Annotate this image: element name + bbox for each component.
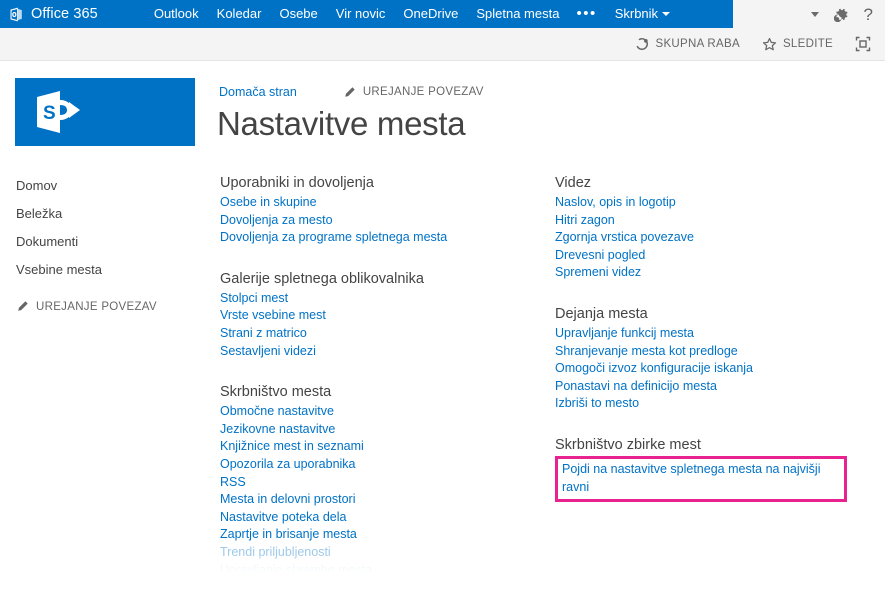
share-icon <box>636 38 649 50</box>
settings-group-heading: Uporabniki in dovoljenja <box>220 175 374 191</box>
settings-link-trendi-priljubljenosti[interactable]: Trendi priljubljenosti <box>220 544 560 562</box>
settings-link-osebe-in-skupine[interactable]: Osebe in skupine <box>220 194 560 212</box>
settings-link-drevesni-pogled[interactable]: Drevesni pogled <box>555 247 875 265</box>
page-body: S Domov Beležka Dokumenti Vsebine mesta … <box>0 61 885 580</box>
settings-link-shranjevanje-mesta-kot-predloge[interactable]: Shranjevanje mesta kot predloge <box>555 343 875 361</box>
sharepoint-logo-icon: S <box>37 91 80 133</box>
settings-link-sestavljeni-videzi[interactable]: Sestavljeni videzi <box>220 343 560 361</box>
suite-bar: Office 365 Outlook Koledar Osebe Vir nov… <box>0 0 733 34</box>
sidebar-item-belezka[interactable]: Beležka <box>0 200 203 228</box>
settings-group-galerije-spletnega-oblikovalnika: Galerije spletnega oblikovalnika Stolpci … <box>220 269 560 360</box>
content-edit-links-button[interactable]: UREJANJE POVEZAV <box>343 86 484 99</box>
chevron-down-icon <box>810 11 819 17</box>
settings-link-jezikovne-nastavitve[interactable]: Jezikovne nastavitve <box>220 421 560 439</box>
sidebar-edit-links-label: UREJANJE POVEZAV <box>36 300 157 313</box>
follow-button-label: SLEDITE <box>782 38 833 50</box>
sidebar-nav: Domov Beležka Dokumenti Vsebine mesta UR… <box>0 172 203 319</box>
office365-brand[interactable]: Office 365 <box>0 0 98 28</box>
settings-link-ponastavi-na-definicijo-mesta[interactable]: Ponastavi na definicijo mesta <box>555 378 875 396</box>
breadcrumb: Domača stran UREJANJE POVEZAV <box>219 85 484 99</box>
suite-nav-item-onedrive[interactable]: OneDrive <box>394 0 467 28</box>
settings-link-opozorila-za-uporabnika[interactable]: Opozorila za uporabnika <box>220 456 560 474</box>
settings-group-skrbnistvo-zbirke-mest: Skrbništvo zbirke mest Pojdi na nastavitv… <box>555 435 875 503</box>
settings-link-pojdi-na-nastavitve-spletnega-mesta-na-najvisji-ravni[interactable]: Pojdi na nastavitve spletnega mesta na n… <box>562 461 840 496</box>
settings-group-heading: Videz <box>555 175 592 191</box>
settings-link-dovoljenja-za-mesto[interactable]: Dovoljenja za mesto <box>220 212 560 230</box>
settings-link-spremeni-videz[interactable]: Spremeni videz <box>555 264 875 282</box>
pencil-icon <box>345 86 355 97</box>
office-tile-icon <box>9 7 24 22</box>
suite-overflow-chevron-button[interactable] <box>810 11 819 17</box>
settings-link-rss[interactable]: RSS <box>220 474 560 492</box>
chevron-down-icon <box>662 12 671 16</box>
settings-group-uporabniki-in-dovoljenja: Uporabniki in dovoljenja Osebe in skupine… <box>220 173 560 247</box>
office365-brand-label: Office 365 <box>31 6 98 22</box>
settings-link-mesta-in-delovni-prostori[interactable]: Mesta in delovni prostori <box>220 491 560 509</box>
settings-link-naslov-opis-in-logotip[interactable]: Naslov, opis in logotip <box>555 194 875 212</box>
settings-link-omogoci-izvoz-konfiguracije-iskanja[interactable]: Omogoči izvoz konfiguracije iskanja <box>555 360 875 378</box>
content-edit-links-label: UREJANJE POVEZAV <box>362 86 484 98</box>
svg-text:S: S <box>43 103 56 124</box>
left-sidebar: S Domov Beležka Dokumenti Vsebine mesta … <box>0 61 203 580</box>
settings-column-right: Videz Naslov, opis in logotip Hitri zagon Z… <box>555 173 875 524</box>
settings-column-left: Uporabniki in dovoljenja Osebe in skupine… <box>220 173 560 601</box>
pencil-icon <box>18 301 28 311</box>
sharepoint-logo[interactable]: S <box>15 78 195 146</box>
settings-link-obmocne-nastavitve[interactable]: Območne nastavitve <box>220 403 560 421</box>
help-button[interactable]: ? <box>864 6 873 23</box>
suite-bar-right-actions: ? <box>733 0 885 28</box>
settings-group-links: Upravljanje funkcij mesta Shranjevanje me… <box>555 325 875 413</box>
settings-group-links: Naslov, opis in logotip Hitri zagon Zgornj… <box>555 194 875 282</box>
highlight-callout-box: Pojdi na nastavitve spletnega mesta na n… <box>555 455 847 503</box>
settings-link-hitri-zagon[interactable]: Hitri zagon <box>555 212 875 230</box>
breadcrumb-item-home[interactable]: Domača stran <box>219 85 297 99</box>
settings-link-dovoljenja-za-programe-spletnega-mesta[interactable]: Dovoljenja za programe spletnega mesta <box>220 229 560 247</box>
suite-user-menu[interactable]: Skrbnik <box>605 0 674 28</box>
sidebar-item-domov[interactable]: Domov <box>0 172 203 200</box>
sidebar-item-vsebine-mesta[interactable]: Vsebine mesta <box>0 256 203 284</box>
settings-group-links: Osebe in skupine Dovoljenja za mesto Dovol… <box>220 194 560 247</box>
suite-nav-item-koledar[interactable]: Koledar <box>208 0 271 28</box>
settings-group-heading: Dejanja mesta <box>555 305 648 322</box>
page-title: Nastavitve mesta <box>217 105 466 142</box>
gear-icon <box>833 8 848 22</box>
focus-on-content-icon <box>855 36 871 52</box>
suite-nav-item-osebe[interactable]: Osebe <box>270 0 326 28</box>
sidebar-item-dokumenti[interactable]: Dokumenti <box>0 228 203 256</box>
settings-link-knjiznice-mest-in-seznami[interactable]: Knjižnice mest in seznami <box>220 438 560 456</box>
settings-group-videz: Videz Naslov, opis in logotip Hitri zagon Z… <box>555 173 875 282</box>
settings-group-heading: Galerije spletnega oblikovalnika <box>220 270 424 287</box>
suite-nav-item-vir-novic[interactable]: Vir novic <box>327 0 395 28</box>
suite-nav: Outlook Koledar Osebe Vir novic OneDrive… <box>145 0 674 34</box>
main-content: Domača stran UREJANJE POVEZAV Nastavitve… <box>203 61 885 580</box>
settings-button[interactable] <box>833 7 849 22</box>
share-button-label: SKUPNA RABA <box>655 38 740 50</box>
ribbon-actions-row: SKUPNA RABA SLEDITE <box>0 28 885 61</box>
settings-link-nastavitve-poteka-dela[interactable]: Nastavitve poteka dela <box>220 509 560 527</box>
share-button[interactable]: SKUPNA RABA <box>635 37 740 51</box>
settings-group-heading: Skrbništvo zbirke mest <box>555 436 701 453</box>
question-mark-icon: ? <box>863 4 873 24</box>
settings-link-strani-z-matrico[interactable]: Strani z matrico <box>220 325 560 343</box>
settings-link-upravljanje-shrambe-mesta[interactable]: Upravljanje shrambe mesta <box>220 562 560 580</box>
settings-group-dejanja-mesta: Dejanja mesta Upravljanje funkcij mesta Sh… <box>555 304 875 413</box>
suite-nav-item-spletna-mesta[interactable]: Spletna mesta <box>467 0 568 34</box>
settings-link-upravljanje-funkcij-mesta[interactable]: Upravljanje funkcij mesta <box>555 325 875 343</box>
suite-nav-overflow-button[interactable]: ••• <box>568 2 604 26</box>
settings-link-vrste-vsebine-mest[interactable]: Vrste vsebine mest <box>220 307 560 325</box>
settings-link-zgornja-vrstica-povezave[interactable]: Zgornja vrstica povezave <box>555 229 875 247</box>
settings-link-izbrisi-to-mesto[interactable]: Izbriši to mesto <box>555 395 875 413</box>
suite-nav-item-outlook[interactable]: Outlook <box>145 0 208 28</box>
settings-group-links: Stolpci mest Vrste vsebine mest Strani z m… <box>220 290 560 360</box>
star-icon <box>762 37 777 50</box>
sidebar-edit-links-button[interactable]: UREJANJE POVEZAV <box>0 284 203 319</box>
follow-button[interactable]: SLEDITE <box>762 37 833 52</box>
settings-group-heading: Skrbništvo mesta <box>220 384 332 401</box>
suite-user-label: Skrbnik <box>614 6 659 21</box>
settings-group-skrbnistvo-mesta: Skrbništvo mesta Območne nastavitve Jeziko… <box>220 382 560 579</box>
settings-link-stolpci-mest[interactable]: Stolpci mest <box>220 290 560 308</box>
focus-on-content-button[interactable] <box>855 36 871 52</box>
settings-group-links: Območne nastavitve Jezikovne nastavitve Kn… <box>220 403 560 579</box>
settings-link-zaprtje-in-brisanje-mesta[interactable]: Zaprtje in brisanje mesta <box>220 526 560 544</box>
